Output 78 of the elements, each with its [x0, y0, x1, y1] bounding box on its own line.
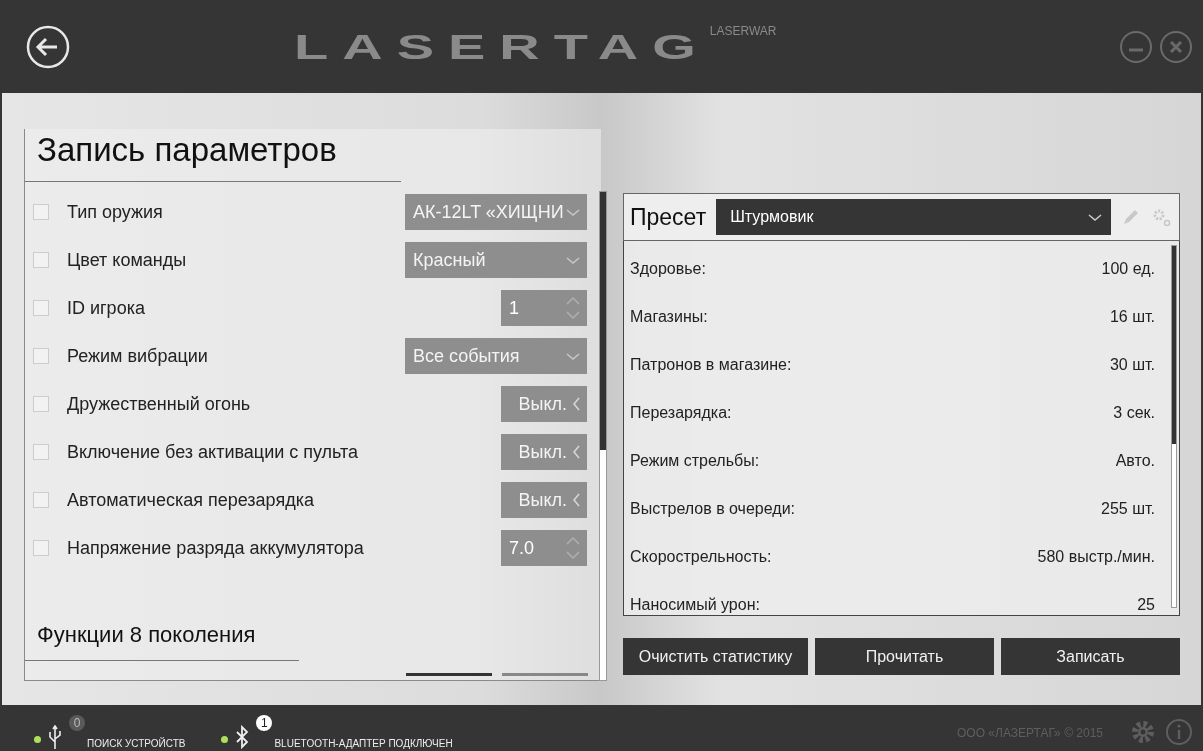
- usb-icon: [47, 725, 63, 751]
- device-status-label: ПОИСК УСТРОЙСТВ: [87, 738, 186, 750]
- stat-name: Патронов в магазине:: [630, 356, 792, 374]
- stat-value: 16 шт.: [1109, 308, 1155, 326]
- dropdown[interactable]: Все события: [405, 338, 587, 374]
- stat-value: 3 сек.: [1113, 404, 1155, 422]
- page-indicator[interactable]: [502, 673, 588, 676]
- parameter-label: Режим вибрации: [67, 345, 209, 367]
- back-button[interactable]: [26, 24, 70, 69]
- parameter-label: ID игрока: [67, 297, 146, 319]
- dropdown[interactable]: АК-12LT «ХИЩНИ: [405, 194, 587, 230]
- panel-title: Запись параметров: [25, 129, 401, 182]
- preset-label: Пресет: [630, 203, 707, 231]
- checkbox[interactable]: [33, 444, 49, 460]
- stat-name: Режим стрельбы:: [630, 452, 760, 470]
- toggle-switch[interactable]: Выкл.: [501, 482, 587, 518]
- pencil-icon[interactable]: [1121, 207, 1141, 227]
- stat-value: 30 шт.: [1109, 356, 1155, 374]
- checkbox[interactable]: [33, 348, 49, 364]
- chevron-left-icon: [571, 444, 581, 460]
- stat-name: Выстрелов в очереди:: [630, 500, 795, 518]
- checkbox[interactable]: [33, 540, 49, 556]
- parameter-label: Напряжение разряда аккумулятора: [67, 537, 365, 559]
- scrollbar-thumb[interactable]: [1172, 246, 1176, 444]
- action-button[interactable]: Очистить статистику: [623, 638, 808, 675]
- page-indicator[interactable]: [406, 673, 492, 676]
- stat-name: Здоровье:: [630, 260, 706, 278]
- spinner-arrows-icon[interactable]: [565, 296, 581, 320]
- device-status-label: BLUETOOTH-АДАПТЕР ПОДКЛЮЧЕН: [274, 738, 453, 750]
- dropdown[interactable]: Красный: [405, 242, 587, 278]
- stat-name: Наносимый урон:: [630, 596, 760, 614]
- count-badge: 0: [69, 715, 85, 731]
- chevron-down-icon: [565, 351, 581, 361]
- preset-dropdown[interactable]: Штурмовик: [716, 199, 1111, 235]
- app-logo: LASERTAG: [294, 26, 710, 67]
- chevron-down-icon: [1087, 212, 1103, 222]
- toggle-switch[interactable]: Выкл.: [501, 386, 587, 422]
- action-button[interactable]: Записать: [1001, 638, 1180, 675]
- parameter-label: Включение без активации с пульта: [67, 441, 360, 463]
- checkbox[interactable]: [33, 492, 49, 508]
- chevron-left-icon: [571, 396, 581, 412]
- checkbox[interactable]: [33, 300, 49, 316]
- action-button[interactable]: Прочитать: [815, 638, 994, 675]
- brand-label: LASERWAR: [709, 24, 777, 38]
- checkbox[interactable]: [33, 396, 49, 412]
- status-dot: [221, 736, 229, 743]
- chevron-down-icon: [565, 255, 581, 265]
- stat-value: 25: [1137, 596, 1155, 614]
- stat-value: 255 шт.: [1101, 500, 1155, 518]
- stat-name: Магазины:: [630, 308, 708, 326]
- parameter-label: Автоматическая перезарядка: [67, 489, 315, 511]
- stat-name: Скорострельность:: [630, 548, 772, 566]
- stat-value: Авто.: [1115, 452, 1155, 470]
- bluetooth-icon: [234, 725, 251, 751]
- stat-name: Перезарядка:: [630, 404, 732, 422]
- spinner-arrows-icon[interactable]: [565, 536, 581, 560]
- stat-value: 580 выстр./мин.: [1037, 548, 1155, 566]
- checkbox[interactable]: [33, 204, 49, 220]
- parameter-label: Дружественный огонь: [67, 393, 252, 415]
- settings-icon[interactable]: [1129, 718, 1157, 746]
- close-button[interactable]: [1159, 29, 1193, 64]
- checkbox[interactable]: [33, 252, 49, 268]
- status-dot: [34, 736, 41, 743]
- scrollbar-track[interactable]: [1171, 245, 1177, 608]
- toggle-switch[interactable]: Выкл.: [501, 434, 587, 470]
- parameter-label: Тип оружия: [67, 201, 164, 223]
- parameter-label: Цвет команды: [67, 249, 188, 271]
- section-heading: Функции 8 поколения: [25, 572, 299, 661]
- minimize-button[interactable]: [1119, 29, 1153, 64]
- gear-icon[interactable]: [1151, 207, 1171, 227]
- info-icon[interactable]: [1165, 718, 1193, 746]
- stat-value: 100 ед.: [1101, 260, 1155, 278]
- number-field[interactable]: 1: [501, 290, 587, 326]
- number-field[interactable]: 7.0: [501, 530, 587, 566]
- scrollbar-thumb[interactable]: [600, 192, 606, 450]
- count-badge: 1: [256, 715, 273, 731]
- chevron-left-icon: [571, 492, 581, 508]
- chevron-down-icon: [565, 207, 581, 217]
